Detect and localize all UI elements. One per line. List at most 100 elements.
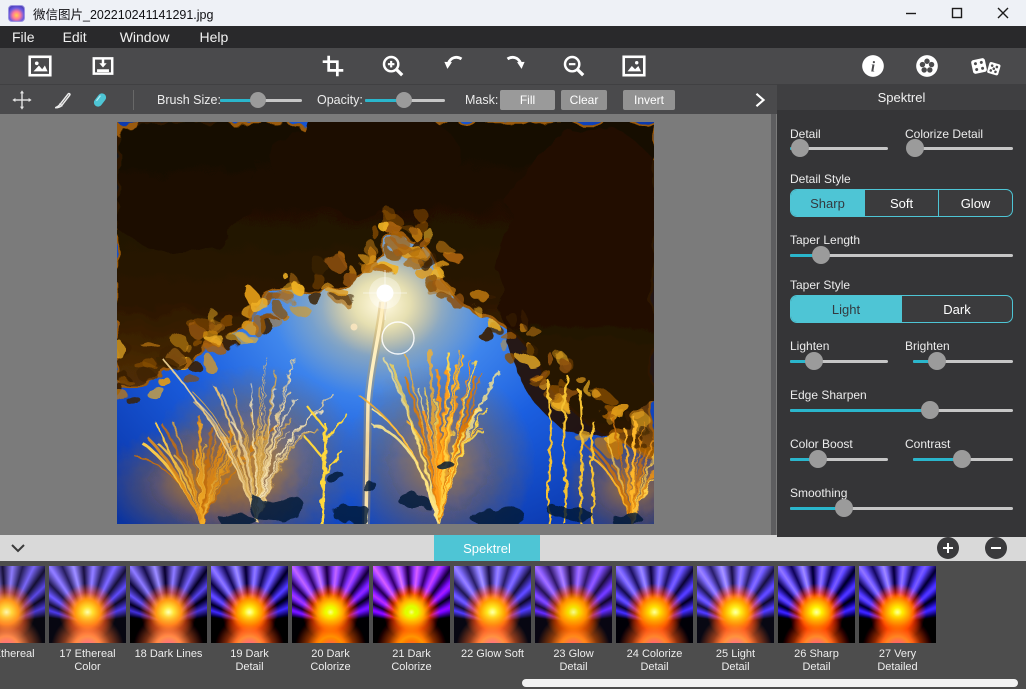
add-preset-button[interactable]: [937, 537, 959, 559]
lotus-preview-image: [130, 566, 207, 643]
preset-label: 24 Colorize Detail: [616, 648, 693, 674]
lotus-preview-image: [535, 566, 612, 643]
slider-thumb[interactable]: [835, 499, 853, 517]
preset-item[interactable]: 19 Dark Detail: [211, 566, 288, 674]
preset-thumbnail[interactable]: [535, 566, 612, 643]
preset-item[interactable]: 21 Dark Colorize: [373, 566, 450, 674]
preset-thumbnail[interactable]: [778, 566, 855, 643]
mask-invert-button[interactable]: Invert: [623, 90, 675, 110]
detail-style-sharp[interactable]: Sharp: [791, 190, 864, 216]
preview-icon[interactable]: [621, 53, 647, 79]
menu-window[interactable]: Window: [118, 29, 172, 45]
move-tool-icon[interactable]: [11, 89, 33, 111]
preset-item[interactable]: 24 Colorize Detail: [616, 566, 693, 674]
info-icon[interactable]: i: [860, 53, 886, 79]
preset-item[interactable]: 16 Ethereal: [0, 566, 45, 674]
open-image-icon[interactable]: [27, 53, 53, 79]
preset-thumbnail[interactable]: [0, 566, 45, 643]
zoom-out-icon[interactable]: [561, 53, 587, 79]
taper-length-slider[interactable]: [790, 245, 1013, 265]
preset-thumbnail[interactable]: [616, 566, 693, 643]
lotus-preview-image: [292, 566, 369, 643]
preset-thumbnail[interactable]: [292, 566, 369, 643]
toolbar-divider: [133, 90, 134, 110]
preset-thumbnail[interactable]: [211, 566, 288, 643]
brighten-slider[interactable]: [913, 351, 1013, 371]
close-button[interactable]: [980, 0, 1026, 26]
randomize-dice-icon[interactable]: [970, 53, 1002, 79]
preset-thumbnail[interactable]: [49, 566, 126, 643]
edited-photo[interactable]: [117, 122, 654, 524]
preset-item[interactable]: 20 Dark Colorize: [292, 566, 369, 674]
preset-item[interactable]: 26 Sharp Detail: [778, 566, 855, 674]
maximize-button[interactable]: [934, 0, 980, 26]
detail-style-glow[interactable]: Glow: [938, 190, 1012, 216]
detail-style-soft[interactable]: Soft: [864, 190, 938, 216]
lighten-slider[interactable]: [790, 351, 888, 371]
preset-label: 19 Dark Detail: [211, 648, 288, 674]
edge-sharpen-slider[interactable]: [790, 400, 1013, 420]
slider-thumb[interactable]: [953, 450, 971, 468]
slider-thumb[interactable]: [809, 450, 827, 468]
contrast-slider[interactable]: [913, 449, 1013, 469]
preset-item[interactable]: 22 Glow Soft: [454, 566, 531, 674]
maximize-icon: [951, 7, 963, 19]
detail-slider[interactable]: [790, 138, 888, 158]
lotus-preview-image: [697, 566, 774, 643]
colorize-detail-slider[interactable]: [913, 138, 1013, 158]
redo-icon[interactable]: [501, 53, 527, 79]
opacity-slider[interactable]: [365, 90, 445, 110]
minimize-icon: [905, 7, 917, 19]
zoom-in-icon[interactable]: [380, 53, 406, 79]
preset-label: 21 Dark Colorize: [373, 648, 450, 674]
smoothing-slider[interactable]: [790, 498, 1013, 518]
slider-thumb[interactable]: [906, 139, 924, 157]
color-boost-slider[interactable]: [790, 449, 888, 469]
preset-item[interactable]: 23 Glow Detail: [535, 566, 612, 674]
preset-item[interactable]: 27 Very Detailed: [859, 566, 936, 674]
eraser-tool-icon[interactable]: [89, 89, 111, 111]
mask-fill-button[interactable]: Fill: [500, 90, 555, 110]
preset-category-tab[interactable]: Spektrel: [434, 535, 540, 561]
preset-thumbnail[interactable]: [454, 566, 531, 643]
slider-thumb[interactable]: [791, 139, 809, 157]
slider-thumb[interactable]: [250, 92, 266, 108]
taper-style-dark[interactable]: Dark: [901, 296, 1012, 322]
taper-style-light[interactable]: Light: [791, 296, 901, 322]
crop-icon[interactable]: [320, 53, 346, 79]
minus-icon: [990, 542, 1002, 554]
slider-thumb[interactable]: [928, 352, 946, 370]
minimize-button[interactable]: [888, 0, 934, 26]
remove-preset-button[interactable]: [985, 537, 1007, 559]
undo-icon[interactable]: [442, 53, 468, 79]
app-icon: [8, 5, 25, 22]
slider-thumb[interactable]: [396, 92, 412, 108]
menu-file[interactable]: File: [10, 29, 37, 45]
preset-label: 25 Light Detail: [697, 648, 774, 674]
menu-edit[interactable]: Edit: [61, 29, 89, 45]
preset-thumbnail[interactable]: [373, 566, 450, 643]
settings-icon[interactable]: [914, 53, 940, 79]
brush-size-slider[interactable]: [220, 90, 302, 110]
preset-thumbnail[interactable]: [859, 566, 936, 643]
preset-item[interactable]: 17 Ethereal Color: [49, 566, 126, 674]
preset-item[interactable]: 25 Light Detail: [697, 566, 774, 674]
expand-chevron-icon[interactable]: [752, 92, 768, 108]
collapse-chevron-icon[interactable]: [10, 541, 26, 555]
panel-scrollbar[interactable]: [771, 114, 776, 535]
preset-thumbnail[interactable]: [697, 566, 774, 643]
brush-tool-icon[interactable]: [52, 89, 74, 111]
preset-thumbnail[interactable]: [130, 566, 207, 643]
preset-item[interactable]: 18 Dark Lines: [130, 566, 207, 674]
mask-clear-button[interactable]: Clear: [561, 90, 607, 110]
save-image-icon[interactable]: [90, 53, 116, 79]
main-toolbar: i: [0, 48, 1026, 84]
menu-help[interactable]: Help: [197, 29, 230, 45]
preset-strip: Dreamy16 Ethereal17 Ethereal Color18 Dar…: [0, 561, 1026, 689]
slider-thumb[interactable]: [812, 246, 830, 264]
slider-thumb[interactable]: [805, 352, 823, 370]
preset-scrollbar-thumb[interactable]: [522, 679, 1018, 687]
plus-icon: [942, 542, 954, 554]
slider-thumb[interactable]: [921, 401, 939, 419]
lotus-preview-image: [373, 566, 450, 643]
